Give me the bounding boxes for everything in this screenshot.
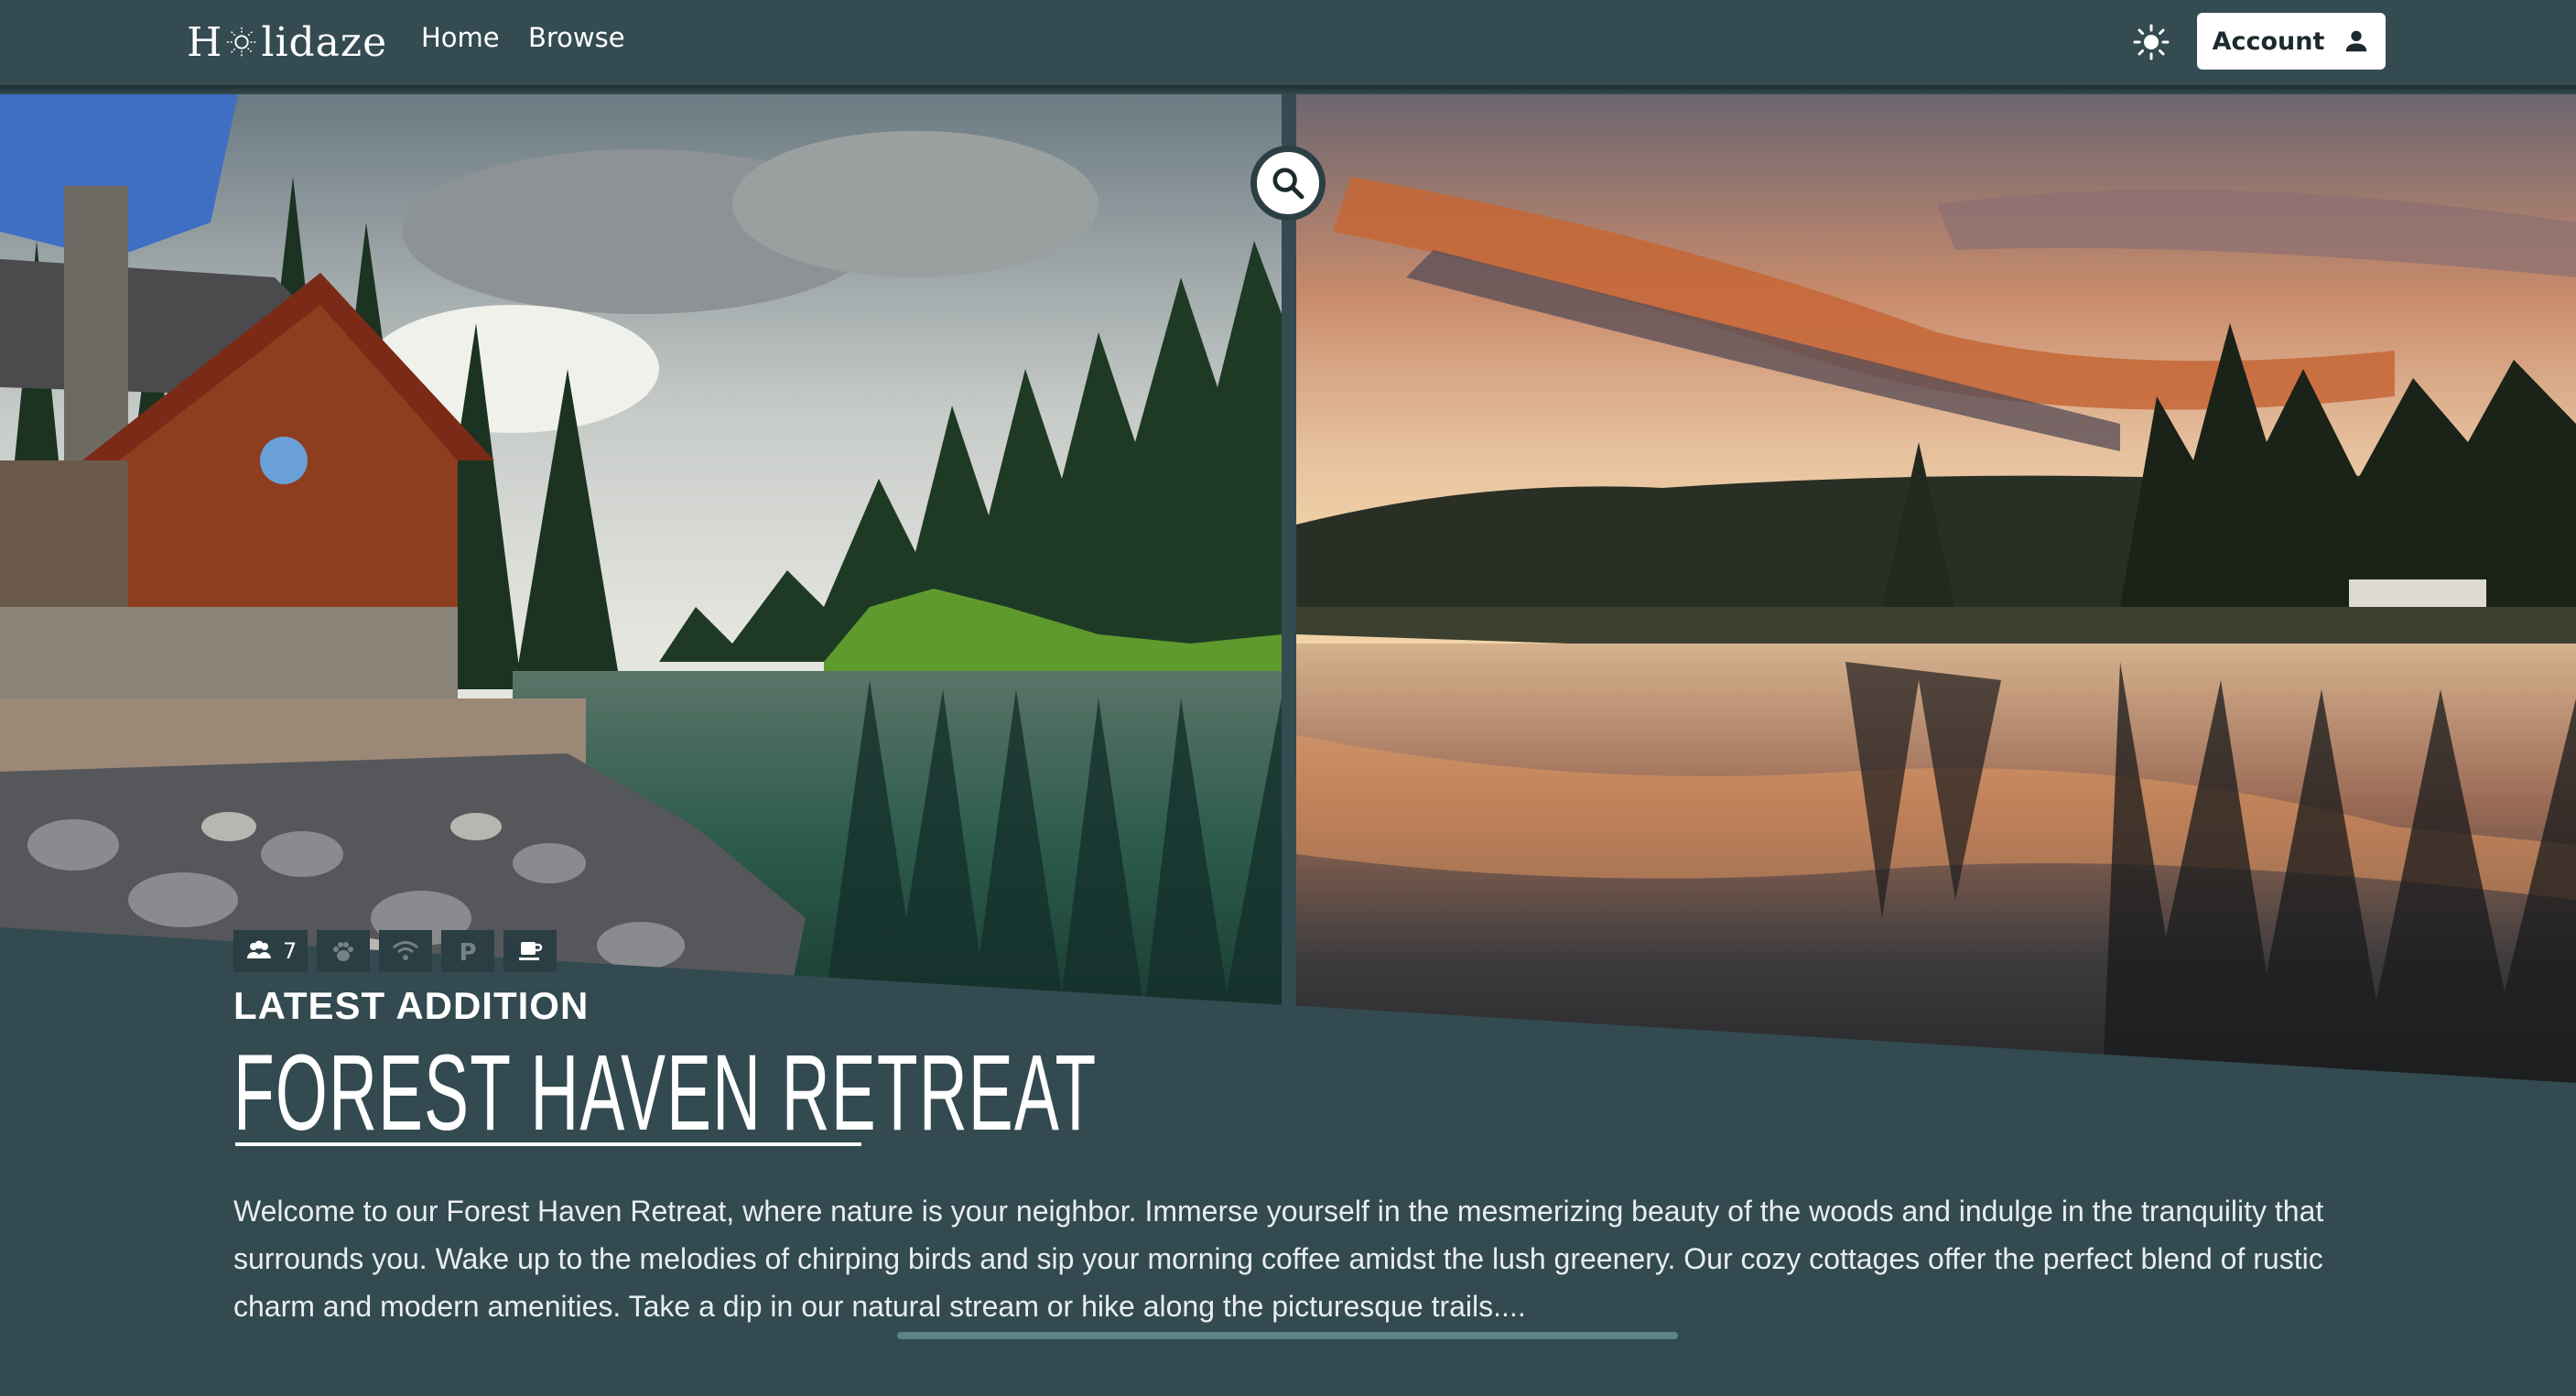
- parking-badge: P: [441, 930, 495, 972]
- guests-badge: 7: [233, 930, 308, 972]
- nav-link-browse[interactable]: Browse: [528, 22, 625, 53]
- sun-icon[interactable]: [2133, 24, 2170, 60]
- coffee-icon: [519, 942, 543, 960]
- hero-photo-lodge: [0, 94, 1282, 1010]
- property-title-link[interactable]: FOREST HAVEN RETREAT: [233, 1039, 1097, 1147]
- parking-letter: P: [460, 939, 477, 966]
- photo-divider: [1282, 94, 1296, 1010]
- logo[interactable]: H lidaze: [187, 16, 387, 68]
- logo-text-right: lidaze: [261, 18, 388, 66]
- sun-logo-icon: [227, 27, 257, 58]
- nav-link-home[interactable]: Home: [421, 22, 500, 53]
- hero-photo-sunset-lake: [1296, 94, 2576, 1101]
- navbar-shadow: [0, 85, 2576, 94]
- parking-icon: P: [460, 939, 477, 966]
- latest-addition-label: LATEST ADDITION: [233, 984, 590, 1027]
- property-description: Welcome to our Forest Haven Retreat, whe…: [233, 1195, 2324, 1323]
- account-button[interactable]: Account: [2197, 13, 2386, 70]
- wifi-icon: [393, 941, 419, 960]
- title-underline: [235, 1142, 861, 1146]
- person-icon: [2346, 30, 2367, 52]
- guests-count: 7: [283, 938, 298, 964]
- paw-icon: [333, 942, 354, 961]
- guests-icon: [247, 940, 271, 958]
- top-navbar: H lidaze Home Browse Account: [0, 0, 2576, 85]
- pets-badge: [317, 930, 371, 972]
- search-button[interactable]: [1250, 146, 1326, 221]
- carousel-progress-bar[interactable]: [897, 1332, 1678, 1339]
- logo-text-left: H: [187, 18, 223, 66]
- amenity-badges: 7 P: [233, 930, 557, 972]
- search-icon: [1272, 168, 1304, 200]
- coffee-badge: [503, 930, 557, 972]
- wifi-badge: [379, 930, 433, 972]
- account-label: Account: [2212, 27, 2325, 56]
